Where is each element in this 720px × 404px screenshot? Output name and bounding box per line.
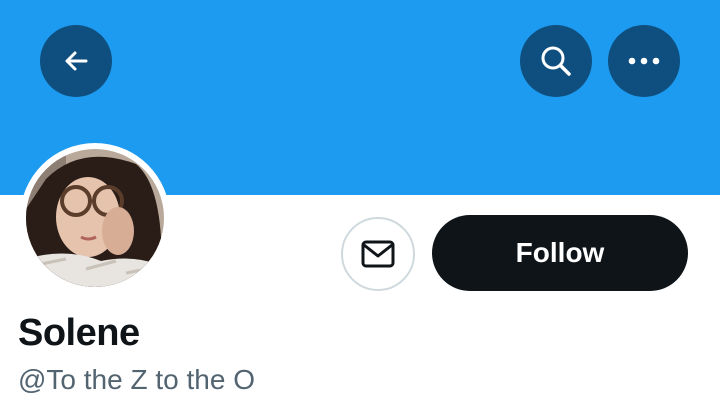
back-button[interactable] bbox=[40, 25, 112, 97]
arrow-left-icon bbox=[65, 51, 88, 71]
follow-button[interactable]: Follow bbox=[432, 215, 688, 291]
display-name: Solene bbox=[18, 312, 140, 354]
user-handle: @To the Z to the O bbox=[18, 364, 255, 395]
search-button[interactable] bbox=[520, 25, 592, 97]
profile-avatar[interactable] bbox=[20, 143, 170, 293]
message-button[interactable] bbox=[341, 217, 415, 291]
search-icon bbox=[541, 46, 571, 76]
avatar-photo bbox=[26, 149, 164, 287]
more-options-button[interactable] bbox=[608, 25, 680, 97]
envelope-icon bbox=[361, 240, 395, 268]
more-horizontal-icon bbox=[628, 57, 660, 65]
